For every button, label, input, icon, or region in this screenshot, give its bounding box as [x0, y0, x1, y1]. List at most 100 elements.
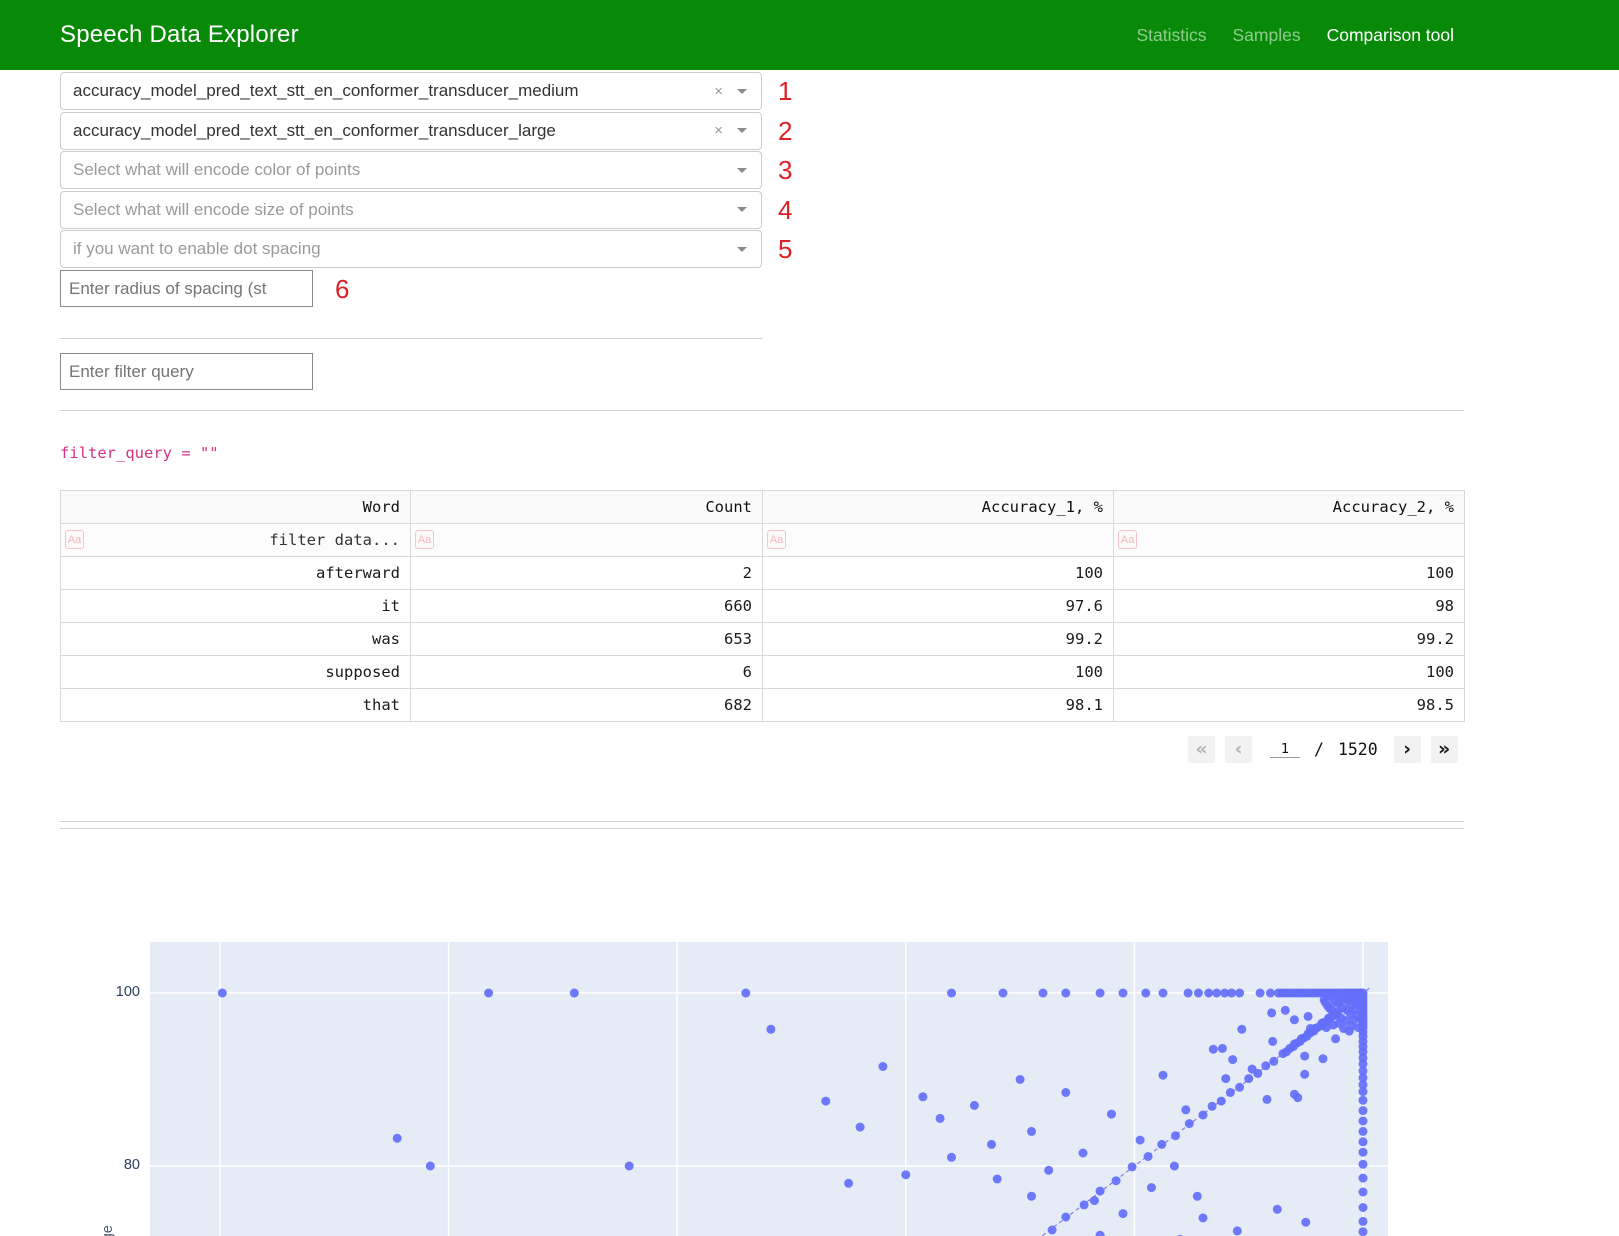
case-sensitivity-toggle-icon[interactable]: Aa [415, 530, 434, 549]
plot-area[interactable] [150, 942, 1388, 1236]
scatter-point[interactable] [1359, 1096, 1368, 1105]
scatter-point[interactable] [1212, 989, 1221, 998]
nav-item-samples[interactable]: Samples [1232, 25, 1300, 46]
scatter-point[interactable] [1061, 989, 1070, 998]
scatter-point[interactable] [1204, 989, 1213, 998]
current-page-input[interactable] [1270, 741, 1300, 758]
scatter-point[interactable] [1319, 1054, 1328, 1063]
scatter-point[interactable] [1267, 1008, 1276, 1017]
clear-icon[interactable]: × [714, 83, 723, 100]
scatter-point[interactable] [993, 1175, 1002, 1184]
scatter-point[interactable] [821, 1097, 830, 1106]
scatter-point[interactable] [1306, 1024, 1315, 1033]
scatter-point[interactable] [1256, 989, 1265, 998]
scatter-point[interactable] [1235, 1083, 1244, 1092]
scatter-point[interactable] [1119, 1209, 1128, 1218]
scatter-point[interactable] [1217, 1097, 1226, 1106]
scatter-point[interactable] [1339, 989, 1348, 998]
scatter-point[interactable] [1181, 1105, 1190, 1114]
scatter-point[interactable] [1061, 1088, 1070, 1097]
scatter-point[interactable] [1027, 1127, 1036, 1136]
scatter-point[interactable] [844, 1179, 853, 1188]
scatter-point[interactable] [1079, 1149, 1088, 1158]
filter-cell-word[interactable]: Aa filter data... [61, 524, 411, 557]
radius-of-spacing-input[interactable] [60, 270, 313, 307]
scatter-point[interactable] [1359, 1117, 1368, 1126]
scatter-point[interactable] [1112, 1176, 1121, 1185]
filter-query-input[interactable] [60, 353, 313, 390]
scatter-point[interactable] [1359, 1188, 1368, 1197]
nav-item-statistics[interactable]: Statistics [1136, 25, 1206, 46]
scatter-point[interactable] [1324, 1014, 1333, 1023]
model-2-dropdown[interactable]: accuracy_model_pred_text_stt_en_conforme… [60, 112, 762, 150]
scatter-point[interactable] [218, 989, 227, 998]
scatter-point[interactable] [1359, 1137, 1368, 1146]
scatter-point[interactable] [1300, 1052, 1309, 1061]
scatter-point[interactable] [987, 1140, 996, 1149]
previous-page-button[interactable]: ‹ [1225, 736, 1252, 763]
scatter-point[interactable] [1293, 1093, 1302, 1102]
scatter-point[interactable] [1157, 1140, 1166, 1149]
scatter-point[interactable] [570, 989, 579, 998]
scatter-point[interactable] [1096, 1231, 1105, 1236]
scatter-point[interactable] [1027, 1192, 1036, 1201]
scatter-point[interactable] [1221, 1074, 1230, 1083]
column-header-accuracy-2[interactable]: Accuracy_2, % [1114, 491, 1465, 524]
clear-icon[interactable]: × [714, 122, 723, 139]
scatter-point[interactable] [1096, 1187, 1105, 1196]
scatter-point[interactable] [901, 1170, 910, 1179]
scatter-point[interactable] [1159, 989, 1168, 998]
scatter-point[interactable] [1266, 989, 1275, 998]
scatter-point[interactable] [947, 989, 956, 998]
chevron-down-icon[interactable] [737, 89, 747, 94]
scatter-point[interactable] [1226, 1088, 1235, 1097]
scatter-point[interactable] [1208, 1102, 1217, 1111]
scatter-point[interactable] [1359, 1227, 1368, 1236]
scatter-point[interactable] [936, 1114, 945, 1123]
scatter-point[interactable] [1039, 989, 1048, 998]
scatter-point[interactable] [1359, 1127, 1368, 1136]
scatter-point[interactable] [1136, 1136, 1145, 1145]
next-page-button[interactable]: › [1394, 736, 1421, 763]
scatter-point[interactable] [1359, 1106, 1368, 1115]
scatter-point[interactable] [1354, 1023, 1363, 1032]
scatter-point[interactable] [947, 1153, 956, 1162]
chevron-down-icon[interactable] [737, 128, 747, 133]
scatter-point[interactable] [625, 1162, 634, 1171]
scatter-point[interactable] [1323, 990, 1332, 999]
scatter-point[interactable] [1199, 1213, 1208, 1222]
first-page-button[interactable]: « [1188, 736, 1215, 763]
scatter-point[interactable] [1096, 989, 1105, 998]
scatter-point[interactable] [999, 989, 1008, 998]
filter-cell-accuracy-1[interactable]: Aa [763, 524, 1114, 557]
scatter-point[interactable] [1048, 1226, 1057, 1235]
scatter-point[interactable] [1359, 1203, 1368, 1212]
scatter-point[interactable] [1061, 1213, 1070, 1222]
column-header-count[interactable]: Count [411, 491, 763, 524]
column-header-accuracy-1[interactable]: Accuracy_1, % [763, 491, 1114, 524]
scatter-point[interactable] [1359, 1217, 1368, 1226]
column-header-word[interactable]: Word [61, 491, 411, 524]
scatter-point[interactable] [1335, 1019, 1344, 1028]
scatter-point[interactable] [1244, 1074, 1253, 1083]
dot-spacing-dropdown[interactable]: if you want to enable dot spacing [60, 230, 762, 268]
scatter-point[interactable] [1218, 1044, 1227, 1053]
scatter-point[interactable] [1199, 1111, 1208, 1120]
scatter-point[interactable] [1193, 1192, 1202, 1201]
scatter-point[interactable] [1080, 1200, 1089, 1209]
scatter-point[interactable] [1147, 1183, 1156, 1192]
scatter-point[interactable] [918, 1092, 927, 1101]
scatter-point[interactable] [766, 1025, 775, 1034]
scatter-point[interactable] [741, 989, 750, 998]
scatter-point[interactable] [1044, 1166, 1053, 1175]
chevron-down-icon[interactable] [737, 207, 747, 212]
scatter-point[interactable] [1331, 990, 1340, 999]
scatter-point[interactable] [1273, 1205, 1282, 1214]
scatter-point[interactable] [878, 1062, 887, 1071]
scatter-point[interactable] [1359, 1087, 1368, 1096]
scatter-point[interactable] [1228, 1055, 1237, 1064]
scatter-point[interactable] [484, 989, 493, 998]
scatter-point[interactable] [1345, 1027, 1354, 1036]
scatter-point[interactable] [1359, 1148, 1368, 1157]
scatter-point[interactable] [1290, 1015, 1299, 1024]
